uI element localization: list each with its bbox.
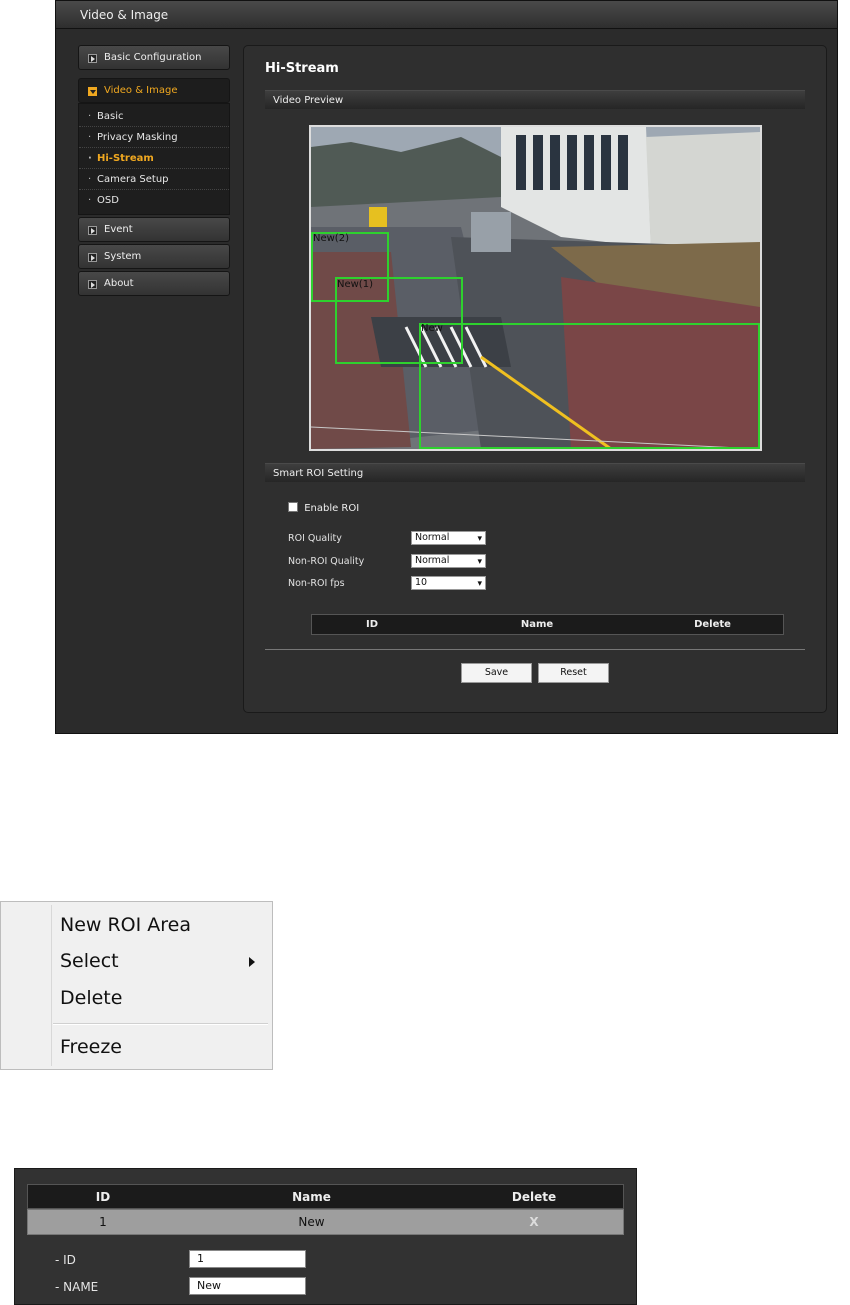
video-preview[interactable]: New(2) New(1) New [309,125,762,451]
enable-roi-checkbox[interactable]: Enable ROI [288,502,359,516]
sidebar-item-hi-stream[interactable]: · Hi-Stream [79,148,229,169]
sidebar-item-label: Privacy Masking [97,132,178,143]
sidebar-item-label: OSD [97,195,119,206]
cell-id: 1 [99,1215,107,1229]
column-header-name: Name [520,619,554,630]
sidebar-item-label: Hi-Stream [97,153,154,164]
save-button[interactable]: Save [461,663,532,683]
app-window: Video & Image Basic Configuration Video … [55,0,838,734]
sidebar-group-basic-configuration[interactable]: Basic Configuration [78,45,230,70]
select-value: Normal [415,532,450,543]
roi-label: New(2) [313,233,349,244]
id-field-label: - ID [55,1253,76,1267]
sidebar-group-event[interactable]: Event [78,217,230,242]
sidebar-item-label: Camera Setup [97,174,169,185]
sidebar-group-system[interactable]: System [78,244,230,269]
non-roi-fps-select[interactable]: 10 ▾ [411,576,486,590]
context-menu: New ROI Area Select Delete Freeze [0,901,273,1070]
roi-label: New(1) [337,279,373,290]
sidebar-item-osd[interactable]: · OSD [79,190,229,211]
id-input[interactable]: 1 [189,1250,306,1268]
menu-separator [53,1023,268,1025]
column-header-name: Name [292,1190,331,1204]
chevron-down-icon: ▾ [477,557,482,567]
roi-quality-select[interactable]: Normal ▾ [411,531,486,545]
sidebar-group-label: System [104,251,142,262]
column-header-delete: Delete [694,619,731,630]
chevron-down-icon: ▾ [477,534,482,544]
menu-gutter [51,905,52,1066]
sidebar-group-label: Video & Image [104,85,178,96]
video-preview-header: Video Preview [265,90,805,109]
cell-name: New [298,1215,325,1229]
square-arrow-icon [88,280,97,289]
select-value: Normal [415,555,450,566]
sidebar-item-basic[interactable]: · Basic [79,106,229,127]
sidebar-group-about[interactable]: About [78,271,230,296]
column-header-id: ID [95,1190,111,1204]
bullet-icon: · [88,153,92,164]
menu-item-freeze[interactable]: Freeze [60,1036,122,1058]
select-value: 10 [415,577,428,588]
bullet-icon: · [88,111,92,122]
menu-item-delete[interactable]: Delete [60,987,122,1009]
submenu-arrow-icon [249,957,255,967]
non-roi-quality-label: Non-ROI Quality [288,556,365,567]
name-input[interactable]: New [189,1277,306,1295]
reset-button[interactable]: Reset [538,663,609,683]
roi-quality-label: ROI Quality [288,533,342,544]
sidebar-group-label: About [104,278,134,289]
content-panel: Hi-Stream Video Preview New(2) New(1) Ne… [243,45,827,713]
delete-icon[interactable]: X [445,1210,623,1234]
square-arrow-icon [88,54,97,63]
sidebar: Basic Configuration Video & Image · Basi… [78,45,230,298]
checkbox-icon[interactable] [288,502,298,512]
column-header-delete: Delete [511,1190,557,1204]
sidebar-item-label: Basic [97,111,124,122]
table-row[interactable]: 1 New X [27,1209,624,1235]
sidebar-group-label: Basic Configuration [104,52,202,63]
sidebar-submenu: · Basic · Privacy Masking · Hi-Stream · … [78,103,230,215]
sidebar-group-label: Event [104,224,133,235]
divider [265,649,805,650]
roi-table-header: ID Name Delete [311,614,784,635]
roi-box[interactable] [419,323,760,449]
window-title: Video & Image [56,1,837,29]
smart-roi-header: Smart ROI Setting [265,463,805,482]
bullet-icon: · [88,132,92,143]
non-roi-quality-select[interactable]: Normal ▾ [411,554,486,568]
sidebar-group-video-image[interactable]: Video & Image [78,78,230,103]
square-arrow-icon [88,253,97,262]
bullet-icon: · [88,174,92,185]
sidebar-item-camera-setup[interactable]: · Camera Setup [79,169,229,190]
page-title: Hi-Stream [265,61,339,76]
square-arrow-down-icon [88,87,97,96]
enable-roi-label: Enable ROI [304,503,360,514]
roi-detail-panel: ID Name Delete 1 New X - ID 1 - NAME New [14,1168,637,1305]
sidebar-item-privacy-masking[interactable]: · Privacy Masking [79,127,229,148]
menu-item-select[interactable]: Select [60,950,119,972]
column-header-id: ID [365,619,379,630]
bullet-icon: · [88,195,92,206]
square-arrow-icon [88,226,97,235]
non-roi-fps-label: Non-ROI fps [288,578,345,589]
roi-table-header: ID Name Delete [27,1184,624,1209]
roi-label: New [421,323,443,334]
menu-item-new-roi-area[interactable]: New ROI Area [60,914,191,936]
chevron-down-icon: ▾ [477,579,482,589]
name-field-label: - NAME [55,1280,99,1294]
